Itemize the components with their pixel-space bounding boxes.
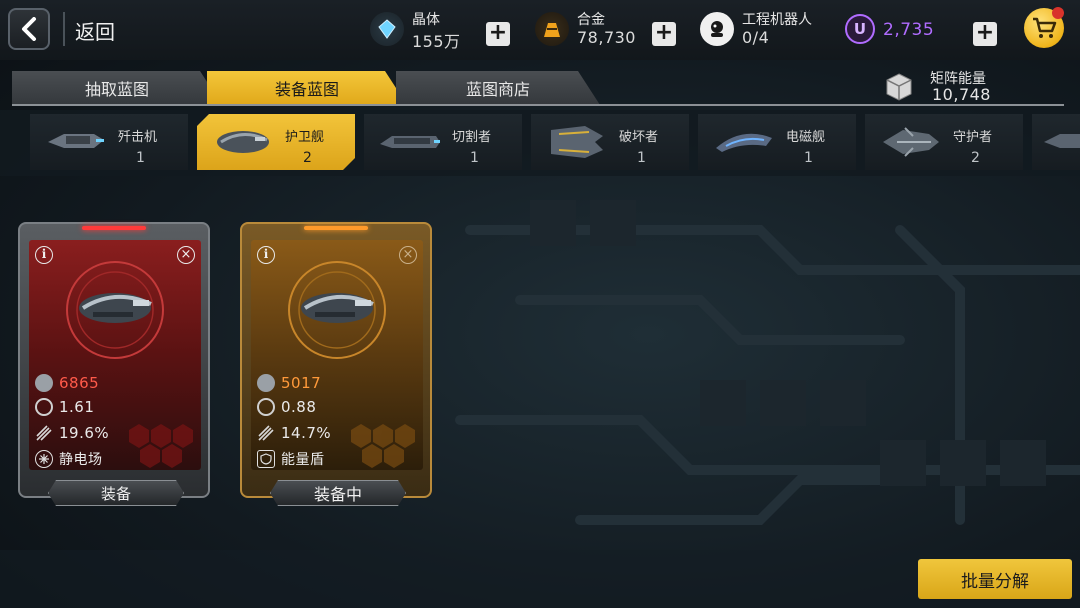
rate-value: 14.7% — [281, 424, 332, 442]
power-icon — [35, 374, 53, 392]
premium-value: 2,735 — [883, 20, 935, 40]
info-icon[interactable]: i — [257, 246, 275, 264]
notification-dot — [1052, 7, 1064, 19]
ship-tile-destroyer[interactable]: 破坏者 1 — [531, 114, 689, 170]
crystal-value: 155万 — [412, 32, 461, 51]
ship-name: 切割者 — [452, 130, 492, 145]
ship-count: 1 — [804, 150, 813, 166]
add-premium-button[interactable]: + — [973, 22, 997, 46]
stat-skill: 静电场 — [35, 448, 103, 470]
speed-value: 1.61 — [59, 398, 95, 416]
back-label[interactable]: 返回 — [75, 16, 115, 45]
ship-tile-emp-ship[interactable]: 电磁舰 1 — [698, 114, 856, 170]
close-icon[interactable]: × — [177, 246, 195, 264]
robot-label: 工程机器人 — [742, 12, 812, 28]
close-icon[interactable]: × — [399, 246, 417, 264]
ship-name: 破坏者 — [619, 130, 659, 145]
ship-tile-cutter[interactable]: 切割者 1 — [364, 114, 522, 170]
divider — [63, 12, 65, 46]
power-icon — [257, 374, 275, 392]
frigate-ship-icon — [79, 293, 152, 323]
stat-rate: 14.7% — [257, 422, 331, 444]
ship-type-strip: 歼击机 1 护卫舰 2 切割者 1 破坏者 1 电磁舰 1 守护者 2 — [0, 110, 1080, 176]
power-value: 6865 — [59, 374, 100, 392]
skill-value: 静电场 — [59, 452, 103, 468]
ship-icon — [1044, 134, 1080, 148]
equip-button[interactable]: 装备 — [48, 480, 184, 506]
top-bar: 返回 晶体 155万 + 合金 78,730 + 工程机器人 0/4 U 2,7… — [0, 0, 1080, 60]
ship-tile-guardian[interactable]: 守护者 2 — [865, 114, 1023, 170]
chevron-left-icon — [22, 17, 36, 41]
missile-icon — [257, 424, 275, 442]
skill-value: 能量盾 — [281, 452, 325, 468]
alloy-value: 78,730 — [577, 28, 636, 47]
missile-icon — [35, 424, 53, 442]
stat-rate: 19.6% — [35, 422, 109, 444]
ship-count: 2 — [303, 150, 312, 166]
fighter-ship-icon — [48, 134, 104, 148]
ship-count: 2 — [971, 150, 980, 166]
speed-icon — [257, 398, 275, 416]
crystal-resource: 晶体 155万 + — [370, 6, 520, 52]
stat-speed: 1.61 — [35, 396, 94, 418]
ship-count: 1 — [136, 150, 145, 166]
add-crystal-button[interactable]: + — [486, 22, 510, 46]
blueprint-card[interactable]: i × 6865 1.61 19.6% 静电场 装备 — [18, 222, 210, 498]
tab-bar: 抽取蓝图 装备蓝图 蓝图商店 — [12, 71, 1012, 105]
shopping-cart-icon — [1033, 17, 1057, 38]
tab-blueprint-shop[interactable]: 蓝图商店 — [396, 71, 600, 105]
emp-ship-icon — [716, 133, 772, 152]
u-coin-icon: U — [845, 14, 875, 44]
rarity-bar — [304, 226, 368, 230]
premium-resource: U 2,735 + — [845, 6, 1005, 52]
frigate-ship-icon — [211, 122, 275, 162]
matrix-energy-value: 10,748 — [932, 85, 991, 104]
ship-name: 电磁舰 — [786, 130, 826, 145]
ship-count: 1 — [470, 150, 479, 166]
tab-underline — [12, 104, 1064, 106]
ship-name: 歼击机 — [118, 130, 158, 145]
info-icon[interactable]: i — [35, 246, 53, 264]
rate-value: 19.6% — [59, 424, 110, 442]
ship-tile-frigate[interactable]: 护卫舰 2 — [197, 114, 355, 170]
card-inner: i × 5017 0.88 14.7% 能量盾 — [251, 240, 423, 470]
ship-tile-fighter[interactable]: 歼击机 1 — [30, 114, 188, 170]
frigate-ship-icon — [301, 293, 374, 323]
static-field-icon — [35, 450, 53, 468]
speed-icon — [35, 398, 53, 416]
cutter-ship-icon — [380, 136, 440, 148]
stat-skill: 能量盾 — [257, 448, 325, 470]
ship-count: 1 — [637, 150, 646, 166]
alloy-resource: 合金 78,730 + — [535, 6, 685, 52]
crystal-label: 晶体 — [412, 12, 440, 28]
ship-name: 护卫舰 — [285, 130, 325, 145]
speed-value: 0.88 — [281, 398, 317, 416]
batch-disassemble-button[interactable]: 批量分解 — [918, 559, 1072, 599]
add-alloy-button[interactable]: + — [652, 22, 676, 46]
robot-value: 0/4 — [742, 28, 770, 47]
robot-icon — [700, 12, 734, 46]
rarity-bar — [82, 226, 146, 230]
robot-resource: 工程机器人 0/4 — [700, 6, 830, 52]
stat-power: 5017 — [257, 372, 321, 394]
destroyer-ship-icon — [551, 126, 603, 158]
tab-equip-blueprint[interactable]: 装备蓝图 — [207, 71, 407, 105]
stat-speed: 0.88 — [257, 396, 316, 418]
equipped-button[interactable]: 装备中 — [270, 480, 406, 506]
matrix-cube-icon — [886, 73, 912, 101]
guardian-ship-icon — [883, 127, 939, 157]
tab-draw-blueprint[interactable]: 抽取蓝图 — [12, 71, 222, 105]
power-value: 5017 — [281, 374, 322, 392]
card-inner: i × 6865 1.61 19.6% 静电场 — [29, 240, 201, 470]
shield-icon — [257, 450, 275, 468]
alloy-label: 合金 — [577, 12, 605, 28]
back-button[interactable] — [8, 8, 50, 50]
crystal-icon — [370, 12, 404, 46]
blueprint-card[interactable]: i × 5017 0.88 14.7% 能量盾 装备中 — [240, 222, 432, 498]
ship-tile-partial[interactable] — [1032, 114, 1080, 170]
stat-power: 6865 — [35, 372, 99, 394]
alloy-icon — [535, 12, 569, 46]
ship-name: 守护者 — [953, 130, 993, 145]
